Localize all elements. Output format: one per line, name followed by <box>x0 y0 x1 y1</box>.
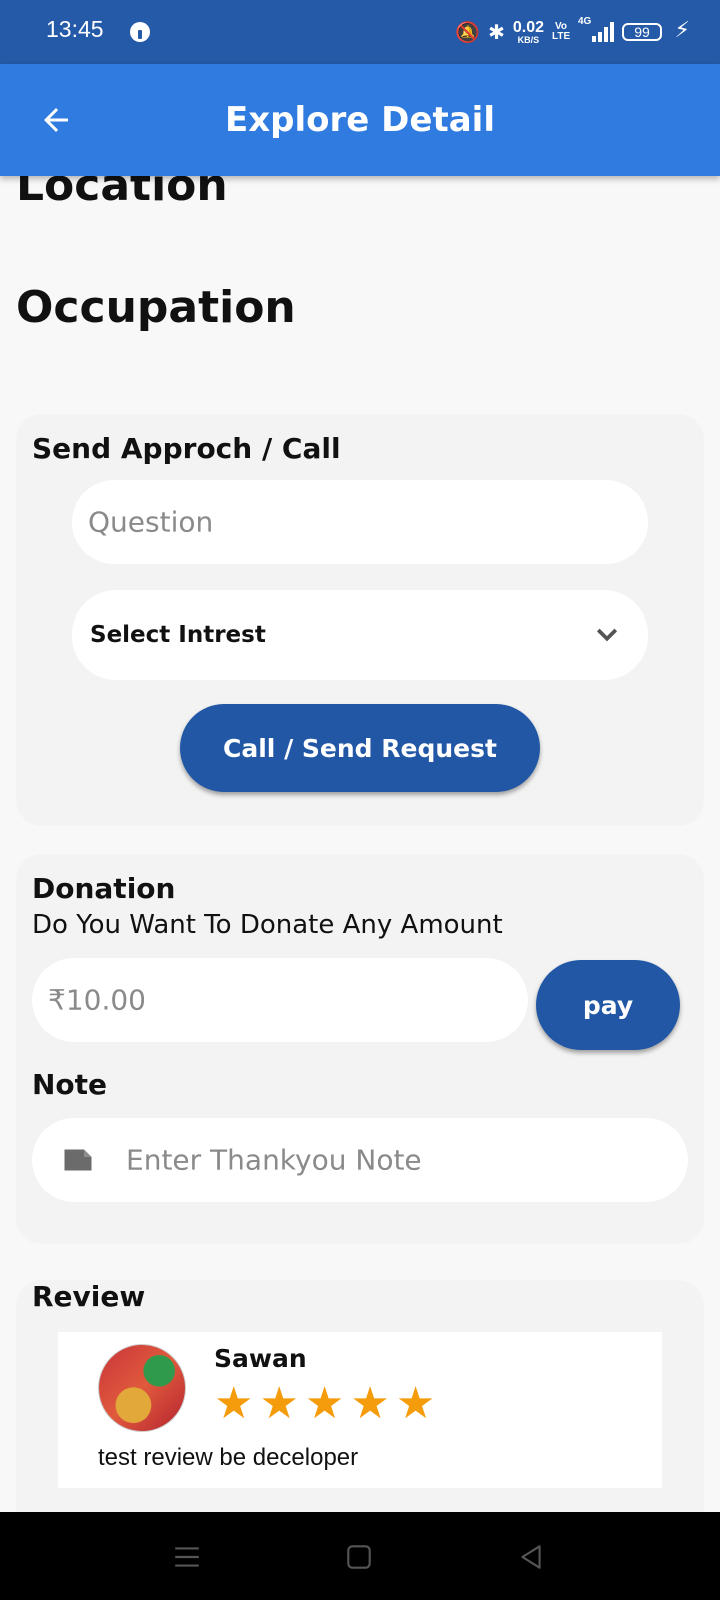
navigation-bar <box>0 1512 720 1600</box>
notification-icon <box>130 22 150 42</box>
star-icon: ★ <box>259 1378 299 1429</box>
interest-select[interactable]: Select Intrest <box>72 590 648 680</box>
home-square-icon[interactable] <box>344 1542 374 1572</box>
mute-icon: 🔕 <box>455 21 481 44</box>
page-title: Explore Detail <box>225 100 495 140</box>
approach-title: Send Approch / Call <box>32 432 341 465</box>
menu-icon[interactable] <box>172 1542 202 1572</box>
status-icons: 🔕 ✱ 0.02 KB/S Vo LTE 4G 99 <box>455 14 662 50</box>
back-triangle-icon[interactable] <box>516 1542 546 1572</box>
question-placeholder: Question <box>88 505 214 539</box>
star-icon: ★ <box>214 1378 254 1429</box>
star-rating: ★ ★ ★ ★ ★ <box>214 1382 435 1426</box>
note-icon <box>64 1149 92 1171</box>
content: Location Occupation Send Approch / Call … <box>0 176 720 1512</box>
network-speed: 0.02 KB/S <box>512 18 544 45</box>
reviewer-name: Sawan <box>214 1344 307 1373</box>
status-time: 13:45 <box>46 16 104 42</box>
note-input[interactable]: Enter Thankyou Note <box>32 1118 688 1202</box>
review-item: Sawan ★ ★ ★ ★ ★ test review be deceloper <box>58 1332 662 1488</box>
review-card: Review Sawan ★ ★ ★ ★ ★ test review be decelo… <box>16 1280 704 1512</box>
donation-title: Donation <box>32 872 176 905</box>
chevron-down-icon <box>596 628 618 642</box>
app-bar: Explore Detail <box>0 64 720 176</box>
donation-card: Donation Do You Want To Donate Any Amoun… <box>16 854 704 1244</box>
location-heading: Location <box>16 176 228 211</box>
interest-select-label: Select Intrest <box>90 622 266 648</box>
avatar <box>98 1344 186 1432</box>
charging-icon: ⚡ <box>674 18 690 43</box>
star-icon: ★ <box>395 1378 436 1429</box>
review-text: test review be deceloper <box>98 1444 359 1471</box>
battery-icon: 99 <box>622 23 662 41</box>
signal-icon: 4G <box>578 16 614 42</box>
approach-card: Send Approch / Call Question Select Intr… <box>16 414 704 826</box>
star-icon: ★ <box>350 1378 390 1429</box>
donation-subtitle: Do You Want To Donate Any Amount <box>32 910 503 940</box>
bluetooth-icon: ✱ <box>488 21 505 44</box>
volte-indicator: Vo LTE <box>552 21 571 42</box>
note-placeholder: Enter Thankyou Note <box>126 1143 422 1177</box>
status-bar: 13:45 🔕 ✱ 0.02 KB/S Vo LTE 4G 99 ⚡ <box>0 0 720 64</box>
star-icon: ★ <box>304 1378 345 1429</box>
amount-placeholder: ₹10.00 <box>48 983 146 1017</box>
note-title: Note <box>32 1068 108 1101</box>
review-title: Review <box>32 1280 146 1313</box>
call-send-request-button[interactable]: Call / Send Request <box>180 704 540 792</box>
occupation-heading: Occupation <box>16 282 296 333</box>
amount-input[interactable]: ₹10.00 <box>32 958 528 1042</box>
question-input[interactable]: Question <box>72 480 648 564</box>
pay-button[interactable]: pay <box>536 960 680 1050</box>
